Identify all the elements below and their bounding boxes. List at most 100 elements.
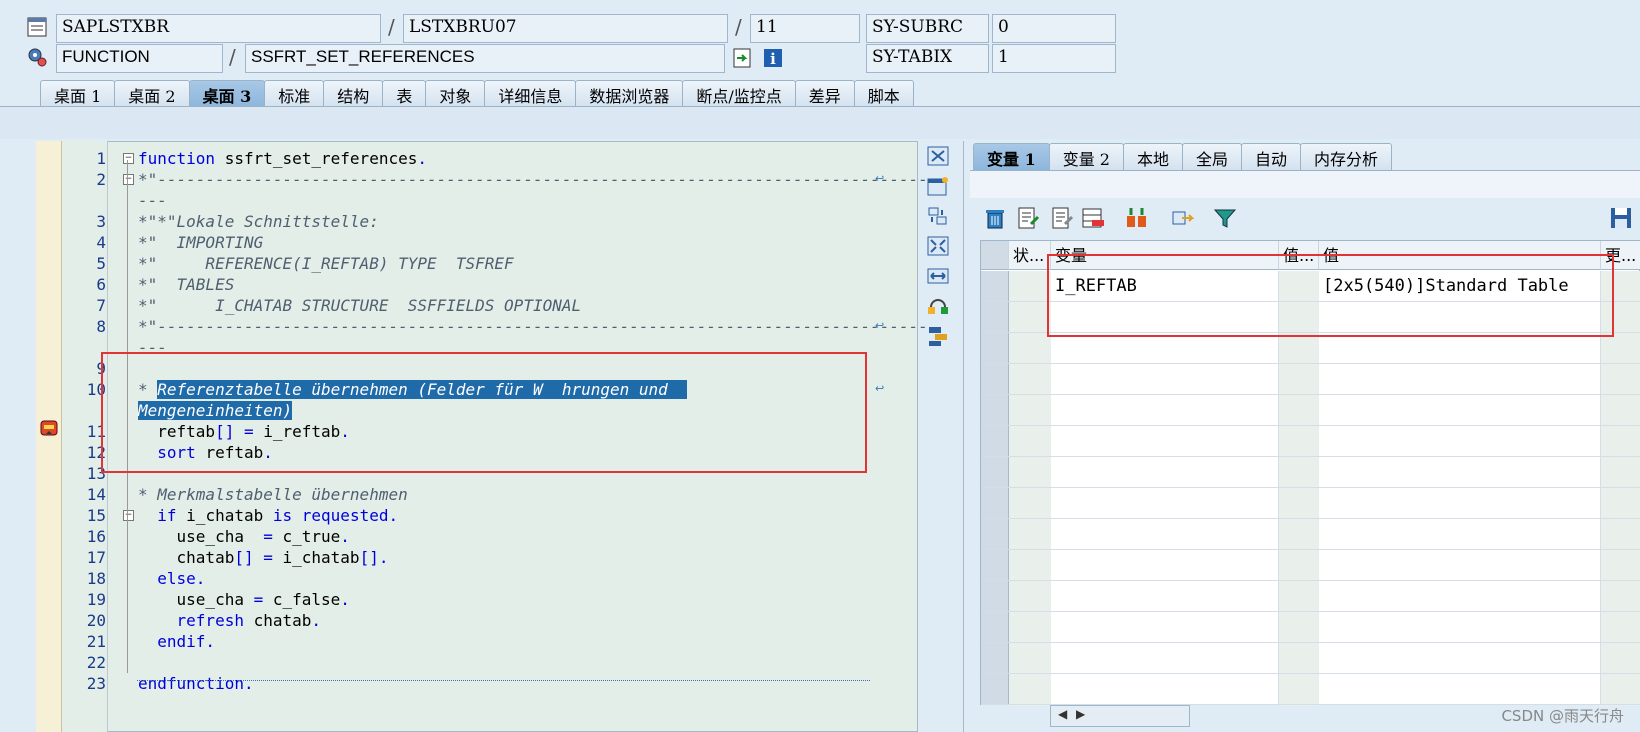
table-corner[interactable] — [981, 241, 1009, 270]
code-line[interactable]: *" IMPORTING — [138, 232, 263, 253]
tab-auto[interactable]: 自动 — [1241, 143, 1302, 170]
row-selector[interactable] — [981, 488, 1009, 518]
fold-toggle-icon[interactable]: − — [123, 510, 134, 521]
tab-table[interactable]: 表 — [382, 80, 427, 107]
tab-memory-analysis[interactable]: 内存分析 — [1300, 143, 1393, 170]
tab-globals[interactable]: 全局 — [1182, 143, 1243, 170]
code-line[interactable]: *"--------------------------------------… — [138, 169, 928, 190]
variable-cell[interactable] — [1051, 457, 1279, 487]
col-header-status[interactable]: 状... — [1009, 241, 1051, 270]
variable-cell[interactable] — [1051, 333, 1279, 363]
table-row[interactable] — [981, 674, 1640, 705]
tab-objects[interactable]: 对象 — [425, 80, 486, 107]
code-line[interactable]: chatab[] = i_chatab[]. — [138, 547, 389, 568]
tab-desktop-2[interactable]: 桌面 2 — [114, 80, 190, 107]
include-field[interactable]: LSTXBRU07 — [403, 14, 728, 43]
table-row[interactable] — [981, 333, 1640, 364]
tab-variables-2[interactable]: 变量 2 — [1048, 143, 1124, 170]
value-cell[interactable] — [1319, 364, 1601, 394]
event-name-field[interactable]: SSFRT_SET_REFERENCES — [245, 44, 725, 73]
code-line[interactable]: *" REFERENCE(I_REFTAB) TYPE TSFREF — [138, 253, 514, 274]
table-row[interactable] — [981, 581, 1640, 612]
variable-cell[interactable] — [1051, 550, 1279, 580]
services-tool-icon[interactable] — [926, 325, 950, 347]
code-line[interactable]: *" TABLES — [138, 274, 234, 295]
line-field[interactable]: 11 — [750, 14, 860, 43]
horizontal-scrollbar[interactable] — [1050, 705, 1190, 727]
row-selector[interactable] — [981, 395, 1009, 425]
variable-cell[interactable] — [1051, 612, 1279, 642]
code-line[interactable]: *"--------------------------------------… — [138, 316, 928, 337]
code-line[interactable]: function ssfrt_set_references. — [138, 148, 427, 169]
value-cell[interactable] — [1319, 333, 1601, 363]
tab-standard[interactable]: 标准 — [264, 80, 325, 107]
code-line[interactable]: endif. — [138, 631, 215, 652]
table-row[interactable] — [981, 395, 1640, 426]
table-row[interactable] — [981, 643, 1640, 674]
table-row[interactable] — [981, 519, 1640, 550]
swap-tools-icon[interactable] — [926, 295, 950, 317]
table-row[interactable] — [981, 364, 1640, 395]
value-cell[interactable] — [1319, 395, 1601, 425]
row-selector[interactable] — [981, 643, 1009, 673]
row-selector[interactable] — [981, 519, 1009, 549]
variable-cell[interactable] — [1051, 395, 1279, 425]
save-icon[interactable] — [1608, 206, 1634, 230]
tab-data-browser[interactable]: 数据浏览器 — [575, 80, 684, 107]
variable-cell[interactable] — [1051, 488, 1279, 518]
code-line[interactable]: endfunction. — [138, 673, 254, 694]
table-row[interactable] — [981, 457, 1640, 488]
transfer-icon[interactable] — [1170, 206, 1196, 230]
filter-icon[interactable] — [1212, 206, 1238, 230]
tab-script[interactable]: 脚本 — [853, 80, 914, 107]
scroll-left-icon[interactable]: ◀ — [1058, 707, 1067, 721]
variable-cell[interactable] — [1051, 426, 1279, 456]
new-tool-icon[interactable] — [926, 175, 950, 197]
row-selector[interactable] — [981, 364, 1009, 394]
tab-diff[interactable]: 差异 — [794, 80, 855, 107]
display-source-icon[interactable] — [732, 47, 754, 69]
compare-icon[interactable] — [1124, 206, 1150, 230]
row-selector[interactable] — [981, 612, 1009, 642]
code-line[interactable]: refresh chatab. — [138, 610, 322, 631]
table-row[interactable] — [981, 488, 1640, 519]
table-row[interactable] — [981, 612, 1640, 643]
value-cell[interactable] — [1319, 457, 1601, 487]
tab-breakpoints[interactable]: 断点/监控点 — [682, 80, 796, 107]
table-row[interactable] — [981, 426, 1640, 457]
value-cell[interactable] — [1319, 550, 1601, 580]
sysvar2-value-field[interactable]: 1 — [992, 44, 1116, 73]
value-cell[interactable] — [1319, 612, 1601, 642]
row-selector[interactable] — [981, 426, 1009, 456]
sysvar1-value-field[interactable]: 0 — [992, 14, 1116, 43]
scroll-right-icon[interactable]: ▶ — [1076, 707, 1085, 721]
code-line[interactable]: *"*"Lokale Schnittstelle: — [138, 211, 379, 232]
value-cell[interactable] — [1319, 674, 1601, 704]
variable-cell[interactable] — [1051, 674, 1279, 704]
tab-details[interactable]: 详细信息 — [484, 80, 577, 107]
code-line[interactable]: use_cha = c_false. — [138, 589, 350, 610]
delete-row-icon[interactable] — [1080, 206, 1106, 230]
table-row[interactable] — [981, 550, 1640, 581]
value-cell[interactable] — [1319, 581, 1601, 611]
variable-cell[interactable] — [1051, 643, 1279, 673]
variable-cell[interactable] — [1051, 581, 1279, 611]
value-cell[interactable] — [1319, 426, 1601, 456]
row-selector[interactable] — [981, 581, 1009, 611]
tab-desktop-1[interactable]: 桌面 1 — [40, 80, 116, 107]
tab-desktop-3[interactable]: 桌面 3 — [188, 80, 266, 107]
row-selector[interactable] — [981, 302, 1009, 332]
fold-toggle-icon[interactable]: − — [123, 153, 134, 164]
code-line[interactable]: use_cha = c_true. — [138, 526, 350, 547]
code-line[interactable]: --- — [138, 190, 167, 211]
code-line[interactable]: else. — [138, 568, 205, 589]
variable-cell[interactable] — [1051, 364, 1279, 394]
value-cell[interactable] — [1319, 519, 1601, 549]
display-variable-icon[interactable] — [1050, 206, 1076, 230]
code-line[interactable]: if i_chatab is requested. — [138, 505, 398, 526]
resize-icon[interactable] — [926, 265, 950, 287]
fold-toggle-icon[interactable]: − — [123, 174, 134, 185]
info-icon[interactable]: i — [762, 47, 784, 69]
row-selector[interactable] — [981, 674, 1009, 704]
edit-variable-icon[interactable] — [1016, 206, 1042, 230]
